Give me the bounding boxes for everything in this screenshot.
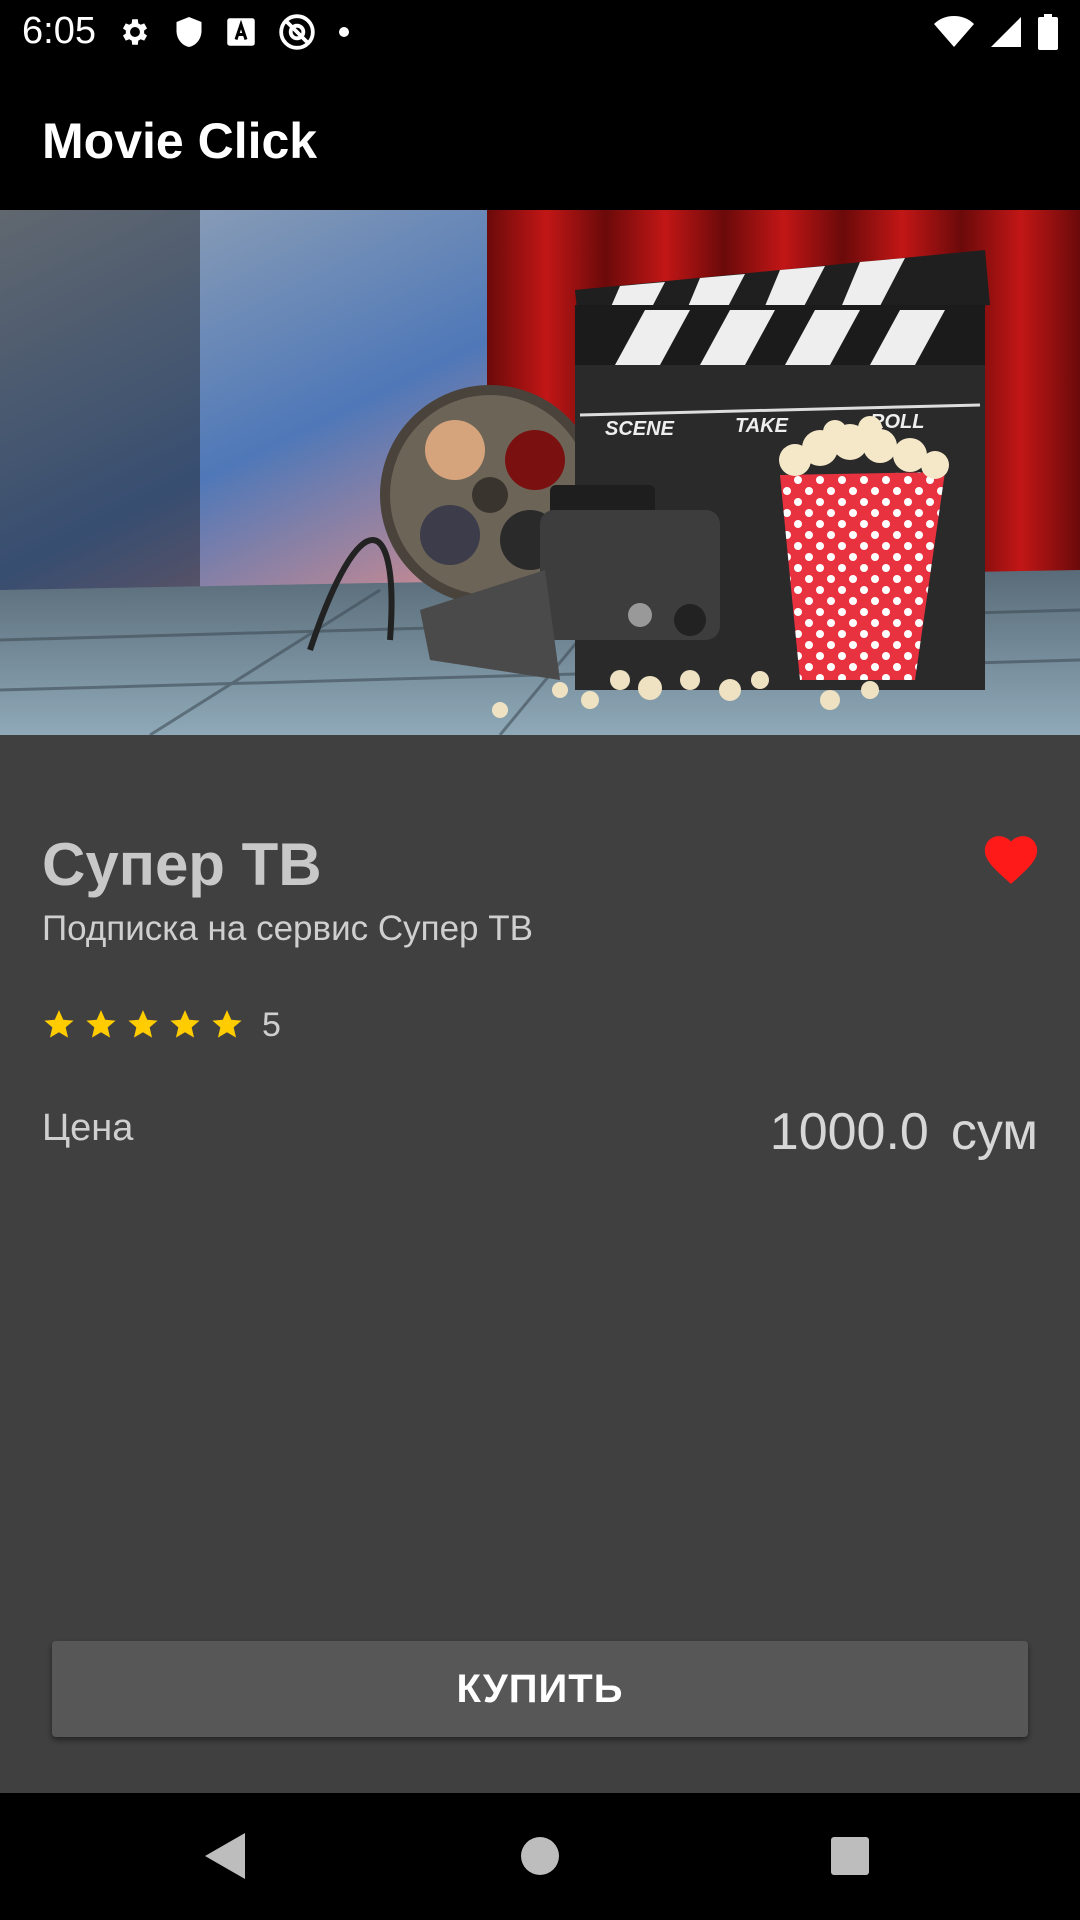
svg-text:SCENE: SCENE	[605, 418, 675, 440]
price-amount: 1000.0	[769, 1103, 929, 1161]
rating-stars	[42, 1008, 244, 1042]
star-icon	[86, 1010, 116, 1038]
status-time: 6:05	[22, 10, 96, 52]
gear-icon	[118, 15, 152, 49]
hero-image: SCENE TAKE ROLL	[0, 210, 1080, 735]
price-value: 1000.0 сум	[770, 1102, 1038, 1162]
rating-value: 5	[262, 1006, 281, 1044]
back-icon[interactable]	[196, 1826, 256, 1886]
app-title: Movie Click	[42, 113, 318, 169]
rating-bar: 5	[42, 1001, 281, 1049]
app-bar: Movie Click	[0, 63, 1080, 210]
shield-icon	[174, 15, 204, 49]
svg-text:TAKE: TAKE	[735, 415, 789, 437]
star-icon	[170, 1010, 200, 1038]
product-title: Супер ТВ	[42, 831, 322, 898]
recent-apps-icon[interactable]	[820, 1826, 880, 1886]
battery-icon	[1038, 14, 1058, 50]
status-notification-icons	[118, 10, 350, 54]
product-subtitle: Подписка на сервис Супер ТВ	[42, 909, 533, 948]
signal-icon	[990, 16, 1022, 48]
status-bar: 6:05	[0, 0, 1080, 63]
at-circle-icon	[278, 13, 316, 51]
font-a-icon	[226, 17, 256, 47]
home-icon[interactable]	[510, 1826, 570, 1886]
navigation-bar	[0, 1793, 1080, 1920]
star-icon	[212, 1010, 242, 1038]
star-icon	[128, 1010, 158, 1038]
favorite-heart-icon[interactable]	[983, 835, 1039, 885]
product-details: Супер ТВ Подписка на сервис Супер ТВ 5 Ц…	[0, 735, 1080, 1793]
status-system-icons	[934, 10, 1058, 54]
buy-button[interactable]: КУПИТЬ	[52, 1641, 1028, 1737]
wifi-icon	[934, 16, 974, 48]
price-label: Цена	[42, 1107, 134, 1149]
price-currency: сум	[950, 1103, 1038, 1161]
dot-icon	[338, 26, 350, 38]
star-icon	[44, 1010, 74, 1038]
